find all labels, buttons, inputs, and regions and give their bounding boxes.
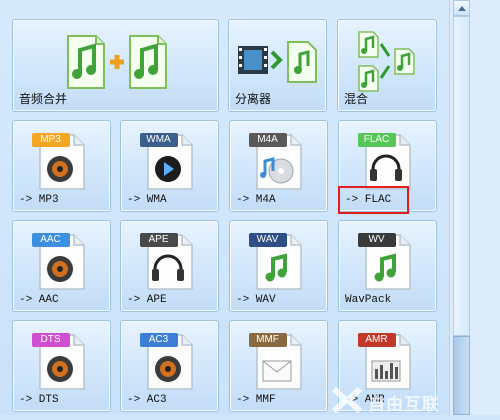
convert-dts-button[interactable]: DTS -> DTS xyxy=(12,320,111,412)
convert-mmf-button[interactable]: MMF -> MMF xyxy=(229,320,328,412)
format-badge: WMA xyxy=(146,134,171,145)
format-badge: MMF xyxy=(256,334,279,345)
format-label: -> AAC xyxy=(19,294,59,306)
convert-wv-button[interactable]: WV WavPack xyxy=(338,220,437,312)
splitter-button[interactable]: 分离器 xyxy=(228,19,327,112)
highlight-box xyxy=(338,186,409,214)
format-label: -> WAV xyxy=(236,294,276,306)
speaker-icon: AAC xyxy=(30,229,94,296)
watermark-text: 自由互联 xyxy=(368,395,440,415)
format-badge: DTS xyxy=(40,334,61,345)
format-label: -> MMF xyxy=(236,394,276,406)
mix-label: 混合 xyxy=(344,92,369,106)
format-badge: AAC xyxy=(40,234,61,245)
format-badge: WAV xyxy=(256,234,279,245)
audio-merge-label: 音频合并 xyxy=(19,92,68,106)
vertical-scrollbar[interactable] xyxy=(449,0,500,415)
convert-wav-button[interactable]: WAV -> WAV xyxy=(229,220,328,312)
format-label: -> DTS xyxy=(19,394,59,406)
speaker-icon: MP3 xyxy=(30,129,94,196)
format-badge: FLAC xyxy=(363,134,390,145)
scroll-track[interactable] xyxy=(453,16,470,336)
format-badge: AMR xyxy=(365,334,388,345)
mix-button[interactable]: 混合 xyxy=(337,19,437,112)
splitter-icon xyxy=(236,38,320,89)
scroll-up-button[interactable] xyxy=(453,0,470,16)
headphones-icon: APE xyxy=(138,229,202,296)
convert-aac-button[interactable]: AAC -> AAC xyxy=(12,220,111,312)
audio-merge-icon xyxy=(64,30,168,97)
format-badge: MP3 xyxy=(40,134,61,145)
format-label: -> APE xyxy=(127,294,167,306)
convert-mp3-button[interactable]: MP3 -> MP3 xyxy=(12,120,111,212)
speaker-icon: DTS xyxy=(30,329,94,396)
format-label: -> WMA xyxy=(127,194,167,206)
convert-wma-button[interactable]: WMA -> WMA xyxy=(120,120,219,212)
speaker-icon: AC3 xyxy=(138,329,202,396)
format-badge: M4A xyxy=(257,134,278,145)
format-label: WavPack xyxy=(345,294,392,306)
format-label: -> AC3 xyxy=(127,394,167,406)
cd-music-icon: M4A xyxy=(247,129,311,196)
convert-ape-button[interactable]: APE -> APE xyxy=(120,220,219,312)
envelope-icon: MMF xyxy=(247,329,311,396)
convert-ac3-button[interactable]: AC3 -> AC3 xyxy=(120,320,219,412)
convert-m4a-button[interactable]: M4A -> M4A xyxy=(229,120,328,212)
splitter-label: 分离器 xyxy=(235,92,272,106)
watermark-logo-icon xyxy=(331,386,363,414)
conversion-panel: 音频合并 分离器 混合 MP3 -> MP3 WMA -> WMA M4A ->… xyxy=(0,0,449,415)
music-note-icon: WAV xyxy=(247,229,311,296)
mix-icon xyxy=(357,30,417,99)
format-badge: AC3 xyxy=(148,334,169,345)
format-badge: WV xyxy=(368,234,385,245)
windows-media-icon: WMA xyxy=(138,129,202,196)
format-badge: APE xyxy=(148,234,169,245)
music-note-icon: WV xyxy=(356,229,420,296)
format-label: -> M4A xyxy=(236,194,276,206)
watermark: 自由互联 xyxy=(330,385,500,415)
format-label: -> MP3 xyxy=(19,194,59,206)
audio-merge-button[interactable]: 音频合并 xyxy=(12,19,219,112)
